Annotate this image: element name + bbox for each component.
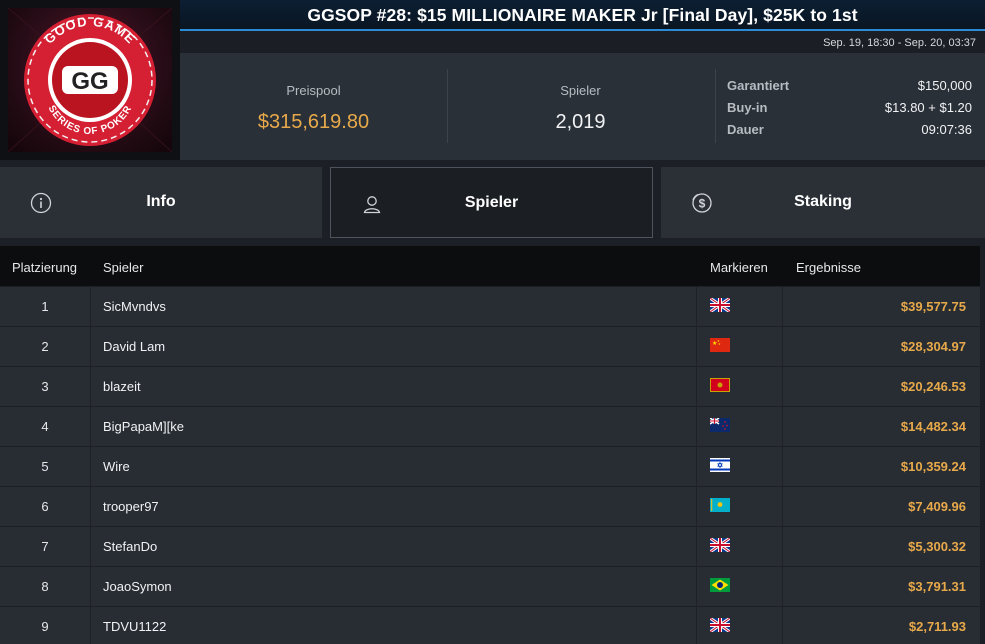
prizepool-label: Preispool <box>286 83 341 98</box>
flag-cell <box>697 407 783 446</box>
tab-staking[interactable]: $ Staking <box>661 167 985 238</box>
rank-cell: 8 <box>0 567 91 606</box>
rank-cell: 4 <box>0 407 91 446</box>
players-label: Spieler <box>560 83 601 98</box>
tab-staking-label: Staking <box>794 193 852 210</box>
buyin-value: $13.80 + $1.20 <box>884 100 972 115</box>
prizepool-stat: Preispool $315,619.80 <box>180 53 447 160</box>
result-cell: $3,791.31 <box>908 579 966 594</box>
flag-cell <box>697 607 783 644</box>
column-header-player[interactable]: Spieler <box>103 260 143 275</box>
flag-cell <box>697 447 783 486</box>
column-header-flag[interactable]: Markieren <box>710 260 768 275</box>
rank-cell: 9 <box>0 607 91 644</box>
table-row[interactable]: 5 Wire $10,359.24 <box>0 446 980 486</box>
table-header: Platzierung Spieler Markieren Ergebnisse <box>0 246 980 286</box>
result-cell: $20,246.53 <box>900 379 966 394</box>
result-cell: $39,577.75 <box>900 299 966 314</box>
duration-value: 09:07:36 <box>921 122 972 137</box>
table-body: 1 SicMvndvs $39,577.75 2 David Lam ★ ★ ★ $28,304… <box>0 286 980 644</box>
tab-players-label: Spieler <box>464 194 519 211</box>
svg-text:★: ★ <box>718 342 721 346</box>
table-row[interactable]: 3 blazeit $20,246.53 <box>0 366 980 406</box>
rank-cell: 7 <box>0 527 91 566</box>
table-row[interactable]: 8 JoaoSymon $3,791.31 <box>0 566 980 606</box>
china-flag-icon: ★ ★★ <box>710 338 730 352</box>
rank-cell: 6 <box>0 487 91 526</box>
player-name-cell[interactable]: David Lam <box>91 327 697 366</box>
result-cell: $5,300.32 <box>908 539 966 554</box>
player-name-cell[interactable]: trooper97 <box>91 487 697 526</box>
logo-gg-mark: GG <box>71 68 108 95</box>
player-name-cell[interactable]: StefanDo <box>91 527 697 566</box>
rank-cell: 1 <box>0 287 91 326</box>
brazil-flag-icon <box>710 578 730 592</box>
table-row[interactable]: 7 StefanDo $5,300.32 <box>0 526 980 566</box>
date-bar: Sep. 19, 18:30 - Sep. 20, 03:37 <box>180 31 985 53</box>
column-header-rank[interactable]: Platzierung <box>12 260 77 275</box>
tab-info-label: Info <box>146 193 176 210</box>
prizepool-value: $315,619.80 <box>257 111 370 133</box>
players-value: 2,019 <box>555 111 606 133</box>
title-bar: GGSOP #28: $15 MILLIONAIRE MAKER Jr [Fin… <box>180 0 985 31</box>
ggsop-logo: GG GOOD GAME SERIES OF POKER <box>8 8 172 152</box>
guaranteed-value: $150,000 <box>917 78 972 93</box>
table-row[interactable]: 6 trooper97 $7,409.96 <box>0 486 980 526</box>
flag-cell <box>697 567 783 606</box>
player-name-cell[interactable]: TDVU1122 <box>91 607 697 644</box>
buyin-label: Buy-in <box>727 100 768 115</box>
result-cell: $2,711.93 <box>908 619 966 634</box>
stats-panel: Preispool $315,619.80 Spieler 2,019 Gara… <box>180 53 985 160</box>
tab-info[interactable]: Info <box>0 167 322 238</box>
player-name-cell[interactable]: JoaoSymon <box>91 567 697 606</box>
tab-players[interactable]: Spieler <box>330 167 653 238</box>
result-cell: $14,482.34 <box>900 419 966 434</box>
flag-cell <box>697 487 783 526</box>
table-row[interactable]: 4 BigPapaM][ke $14,482.34 <box>0 406 980 446</box>
results-table: Platzierung Spieler Markieren Ergebnisse… <box>0 246 980 644</box>
table-row[interactable]: 1 SicMvndvs $39,577.75 <box>0 286 980 326</box>
flag-cell <box>697 527 783 566</box>
rank-cell: 5 <box>0 447 91 486</box>
uk-flag-icon <box>710 538 730 552</box>
result-cell: $7,409.96 <box>908 499 966 514</box>
rank-cell: 2 <box>0 327 91 366</box>
uk-flag-icon <box>710 618 730 632</box>
flag-cell <box>697 287 783 326</box>
table-row[interactable]: 9 TDVU1122 $2,711.93 <box>0 606 980 644</box>
kazakhstan-flag-icon <box>710 498 730 512</box>
player-name-cell[interactable]: SicMvndvs <box>91 287 697 326</box>
player-name-cell[interactable]: blazeit <box>91 367 697 406</box>
israel-flag-icon <box>710 458 730 472</box>
new-zealand-flag-icon <box>710 418 730 432</box>
result-cell: $28,304.97 <box>900 339 966 354</box>
column-header-results[interactable]: Ergebnisse <box>796 260 861 275</box>
duration-label: Dauer <box>727 122 764 137</box>
player-name-cell[interactable]: BigPapaM][ke <box>91 407 697 446</box>
players-stat: Spieler 2,019 <box>447 53 714 160</box>
player-name-cell[interactable]: Wire <box>91 447 697 486</box>
guaranteed-label: Garantiert <box>727 78 790 93</box>
uk-flag-icon <box>710 298 730 312</box>
rank-cell: 3 <box>0 367 91 406</box>
logo-background: GG GOOD GAME SERIES OF POKER <box>8 8 172 152</box>
tournament-title: GGSOP #28: $15 MILLIONAIRE MAKER Jr [Fin… <box>307 5 858 25</box>
divider <box>715 69 716 143</box>
flag-cell <box>697 367 783 406</box>
result-cell: $10,359.24 <box>900 459 966 474</box>
event-logo: GG GOOD GAME SERIES OF POKER <box>0 0 180 160</box>
table-row[interactable]: 2 David Lam ★ ★ ★ $28,304.97 <box>0 326 980 366</box>
tournament-dates: Sep. 19, 18:30 - Sep. 20, 03:37 <box>823 37 976 49</box>
flag-cell: ★ ★ ★ <box>697 327 783 366</box>
montenegro-flag-icon <box>710 378 730 392</box>
